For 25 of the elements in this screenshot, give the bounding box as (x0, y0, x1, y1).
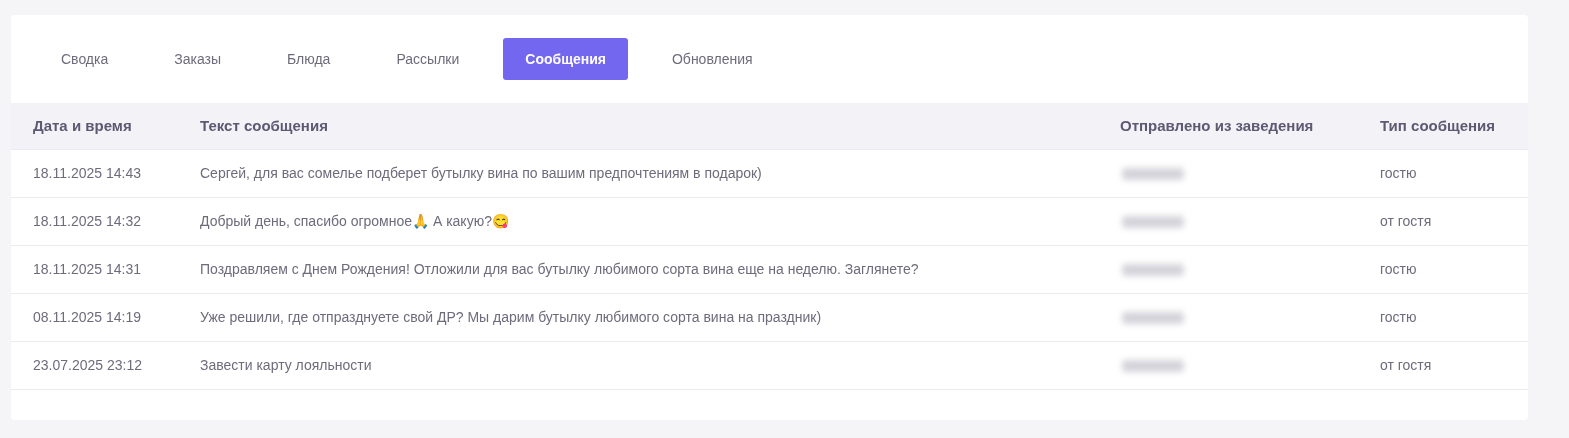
tab[interactable]: Заказы (152, 38, 244, 80)
table-cell-text: Сергей, для вас сомелье подберет бутылку вина по вашим предпочтениям в подарок) (200, 164, 762, 183)
table-cell-text: гостю (1380, 164, 1417, 183)
table-cell-text: от гостя (1380, 356, 1432, 375)
table-cell-text: 18.11.2025 14:43 (32, 164, 141, 183)
column-header: Дата и время (32, 115, 132, 136)
column-header: Отправлено из заведения (1120, 115, 1314, 136)
column-header: Текст сообщения (200, 115, 328, 136)
table-cell-text: Добрый день, спасибо огромное🙏 А какую?😋 (200, 212, 509, 231)
tab[interactable]: Блюда (265, 38, 353, 80)
table-cell-text: Поздравляем с Днем Рождения! Отложили для вас бутылку любимого сорта вина еще на неделю. Заглянете? (200, 260, 919, 279)
column-header: Тип сообщения (1380, 115, 1495, 136)
tab[interactable]: Рассылки (374, 38, 482, 80)
table-cell-text: гостю (1380, 308, 1417, 327)
table-cell-text: гостю (1380, 260, 1417, 279)
table-cell-text: 18.11.2025 14:32 (32, 212, 141, 231)
tab[interactable]: Обновления (649, 38, 775, 80)
table-cell-text: 18.11.2025 14:31 (32, 260, 141, 279)
table-cell-text: 08.11.2025 14:19 (32, 308, 141, 327)
table-cell-text: Завести карту лояльности (200, 356, 372, 375)
tab[interactable]: Сообщения (503, 38, 628, 80)
tab[interactable]: Сводка (39, 38, 131, 80)
table-cell-text: 23.07.2025 23:12 (32, 356, 142, 375)
table-cell-text: Уже решили, где отпразднуете свой ДР? Мы дарим бутылку любимого сорта вина на праздник) (200, 308, 822, 327)
table-cell-text: от гостя (1380, 212, 1432, 231)
